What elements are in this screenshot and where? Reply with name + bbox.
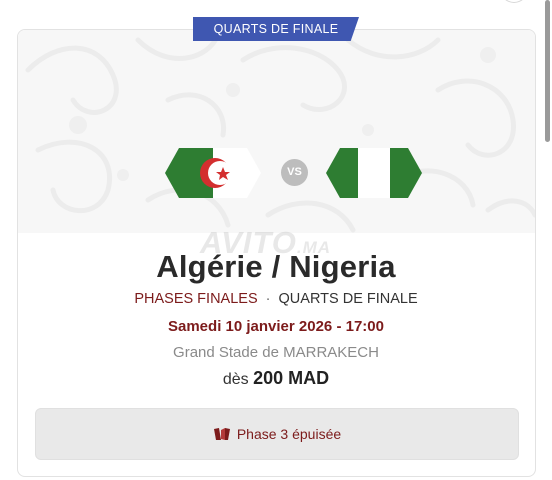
match-hero-banner: VS: [18, 30, 535, 233]
phase-round: QUARTS DE FINALE: [278, 291, 418, 307]
page: QUARTS DE FINALE VS AVITO.MA Algérie / N…: [0, 0, 552, 480]
phase-separator: ·: [265, 291, 271, 307]
price-amount: 200 MAD: [253, 368, 330, 388]
availability-status-button[interactable]: Phase 3 épuisée: [35, 408, 519, 460]
stage-badge: QUARTS DE FINALE: [193, 17, 359, 41]
algeria-flag-icon: [165, 148, 261, 198]
phase-group: PHASES FINALES: [134, 291, 258, 307]
scrollbar[interactable]: [545, 0, 550, 142]
decorative-pattern: [25, 32, 535, 233]
phase-line: PHASES FINALES · QUARTS DE FINALE: [0, 291, 552, 307]
top-right-control[interactable]: [500, 0, 528, 3]
match-venue: Grand Stade de MARRAKECH: [173, 344, 379, 361]
ticket-icon: [213, 428, 230, 440]
price-line: dès 200 MAD: [0, 368, 552, 389]
price-prefix: dès: [222, 371, 249, 388]
match-datetime: Samedi 10 janvier 2026 - 17:00: [168, 318, 384, 335]
match-title: Algérie / Nigeria: [156, 249, 396, 284]
status-content: Phase 3 épuisée: [36, 409, 518, 459]
vs-badge: VS: [281, 159, 308, 186]
nigeria-flag-icon: [326, 148, 422, 198]
status-label: Phase 3 épuisée: [236, 426, 342, 442]
